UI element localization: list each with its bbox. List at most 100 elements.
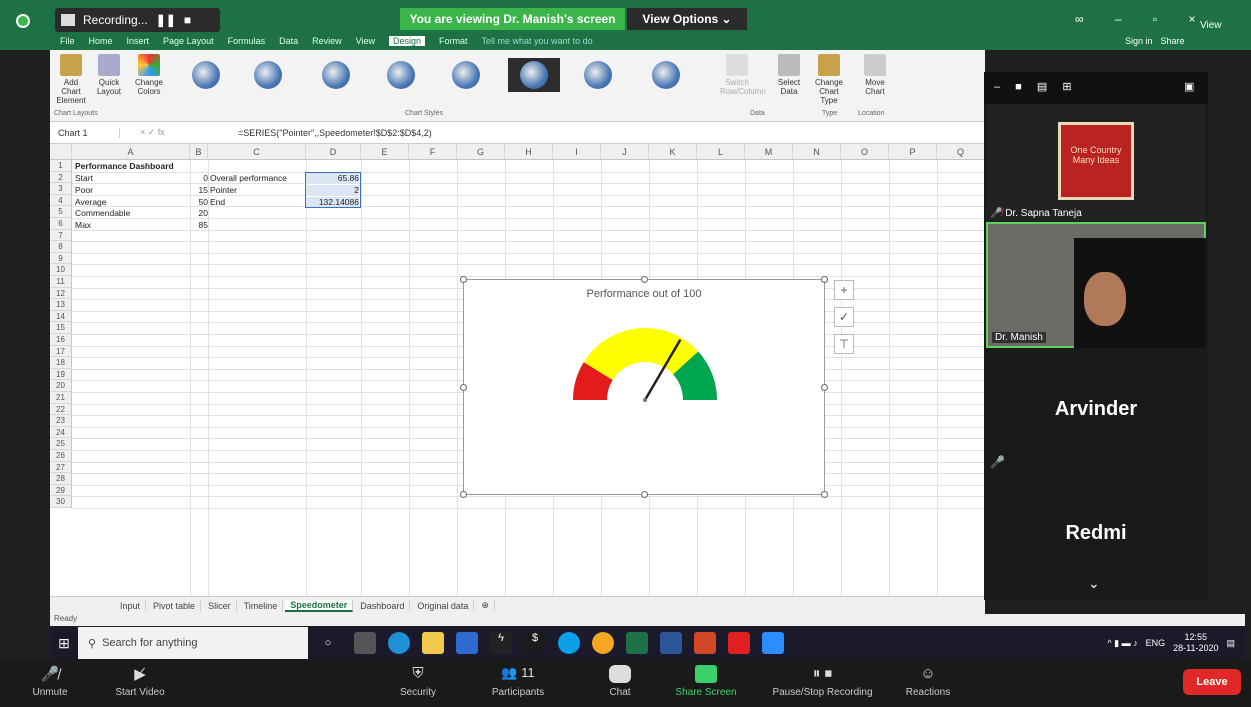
column-header[interactable]: G (457, 144, 505, 160)
clock[interactable]: 12:55 28-11-2020 (1173, 632, 1218, 654)
row-header[interactable]: 25 (50, 438, 72, 450)
recording-indicator[interactable]: Recording... ❚❚ ■ (55, 8, 220, 32)
stop-icon[interactable]: ■ (184, 13, 191, 27)
sheet-tab-input[interactable]: Input (115, 600, 147, 611)
column-header[interactable]: I (553, 144, 601, 160)
column-header[interactable]: E (361, 144, 409, 160)
switch-row-column-button[interactable]: Switch Row/Column (720, 54, 766, 96)
resize-handle[interactable] (641, 276, 648, 283)
column-header[interactable]: L (697, 144, 745, 160)
participants-button[interactable]: 👥 11 Participants (478, 665, 558, 698)
row-header[interactable]: 10 (50, 264, 72, 276)
dollar-icon[interactable]: $ (524, 632, 546, 654)
cell-a5[interactable]: Commendable (75, 208, 130, 219)
pause-stop-recording-button[interactable]: ⏸ ⏹ Pause/Stop Recording (760, 665, 885, 698)
row-header[interactable]: 7 (50, 229, 72, 242)
column-header[interactable]: F (409, 144, 457, 160)
formula-input[interactable]: =SERIES("Pointer",,Speedometer!$D$2:$D$4… (230, 128, 432, 138)
resize-handle[interactable] (821, 491, 828, 498)
chart-style-3[interactable] (310, 58, 362, 92)
tab-review[interactable]: Review (312, 36, 342, 46)
row-header[interactable]: 5 (50, 206, 72, 218)
tray-icons[interactable]: ^ ▮ ▬ ♪ (1107, 638, 1137, 649)
view-options-button[interactable]: View Options ⌄ (627, 8, 747, 30)
tab-design[interactable]: Design (389, 36, 426, 46)
edge-icon[interactable] (388, 632, 410, 654)
cell-c4[interactable]: End (210, 197, 225, 208)
row-header[interactable]: 6 (50, 218, 72, 230)
speedometer-chart[interactable]: Performance out of 100 (460, 276, 828, 498)
chart-style-1[interactable] (180, 58, 232, 92)
chart-elements-button[interactable]: + (834, 280, 854, 300)
chat-button[interactable]: Chat (580, 665, 660, 698)
taskbar-search[interactable]: ⚲ Search for anything (78, 627, 308, 659)
column-header[interactable]: O (841, 144, 889, 160)
column-header[interactable]: K (649, 144, 697, 160)
add-chart-element-button[interactable]: Add Chart Element (54, 54, 88, 105)
share-screen-button[interactable]: Share Screen (666, 665, 746, 698)
cell-a1[interactable]: Performance Dashboard (75, 161, 174, 172)
select-all-corner[interactable] (50, 144, 72, 160)
column-header[interactable]: C (208, 144, 306, 160)
row-header[interactable]: 1 (50, 160, 72, 172)
row-header[interactable]: 28 (50, 473, 72, 485)
name-box[interactable]: Chart 1 (50, 127, 120, 138)
row-header[interactable]: 15 (50, 322, 72, 334)
cortana-icon[interactable]: ○ (308, 637, 348, 649)
window-controls[interactable]: ∞ – ▫ × (1075, 12, 1210, 26)
shield-icon[interactable] (16, 14, 30, 28)
participant-tile-manish[interactable]: Dr. Manish (986, 222, 1206, 348)
quick-layout-button[interactable]: Quick Layout (92, 54, 126, 96)
row-header[interactable]: 18 (50, 357, 72, 369)
tab-formulas[interactable]: Formulas (228, 36, 266, 46)
row-header[interactable]: 3 (50, 183, 72, 195)
row-header[interactable]: 12 (50, 287, 72, 300)
notifications-icon[interactable]: ▤ (1226, 638, 1235, 649)
resize-handle[interactable] (821, 276, 828, 283)
word-icon[interactable] (660, 632, 682, 654)
row-header[interactable]: 2 (50, 171, 72, 184)
resize-handle[interactable] (460, 276, 467, 283)
resize-handle[interactable] (641, 491, 648, 498)
cell-a6[interactable]: Max (75, 220, 91, 231)
language-indicator[interactable]: ENG (1146, 638, 1166, 648)
row-header[interactable]: 21 (50, 392, 72, 404)
move-chart-button[interactable]: Move Chart (858, 54, 892, 96)
chart-style-8[interactable] (640, 58, 692, 92)
row-header[interactable]: 20 (50, 380, 72, 392)
sheet-tab-original-data[interactable]: Original data (412, 600, 475, 611)
cell-c2[interactable]: Overall performance (210, 173, 287, 184)
chart-style-6-selected[interactable] (508, 58, 560, 92)
sheet-tab-speedometer[interactable]: Speedometer (285, 599, 354, 612)
cell-a2[interactable]: Start (75, 173, 93, 184)
column-header[interactable]: H (505, 144, 553, 160)
resize-handle[interactable] (821, 384, 828, 391)
chart-style-5[interactable] (440, 58, 492, 92)
participant-name-redmi[interactable]: Redmi (984, 522, 1208, 545)
tab-format[interactable]: Format (439, 36, 468, 46)
excel-icon[interactable] (626, 632, 648, 654)
leave-button[interactable]: Leave (1183, 669, 1241, 695)
share-button[interactable]: Share (1161, 36, 1185, 46)
cell-b6[interactable]: 85 (190, 220, 208, 231)
column-header[interactable]: D (306, 144, 361, 160)
row-header[interactable]: 8 (50, 241, 72, 253)
start-video-button[interactable]: ▶̸ Start Video (100, 665, 180, 698)
pdf-icon[interactable] (728, 632, 750, 654)
row-header[interactable]: 9 (50, 252, 72, 265)
column-header[interactable]: P (889, 144, 937, 160)
file-explorer-icon[interactable] (422, 632, 444, 654)
row-header[interactable]: 17 (50, 345, 72, 358)
column-header[interactable]: J (601, 144, 649, 160)
cell-b3[interactable]: 15 (190, 185, 208, 196)
cell-b4[interactable]: 50 (190, 197, 208, 208)
zoom-app-icon[interactable] (762, 632, 784, 654)
reactions-button[interactable]: ☺ Reactions (888, 665, 968, 698)
formula-fx-icon[interactable]: × ✓ fx (120, 127, 230, 138)
cell-b2[interactable]: 0 (190, 173, 208, 184)
row-header[interactable]: 14 (50, 310, 72, 323)
change-chart-type-button[interactable]: Change Chart Type (812, 54, 846, 105)
row-header[interactable]: 24 (50, 426, 72, 439)
resize-handle[interactable] (460, 384, 467, 391)
cell-c3[interactable]: Pointer (210, 185, 237, 196)
